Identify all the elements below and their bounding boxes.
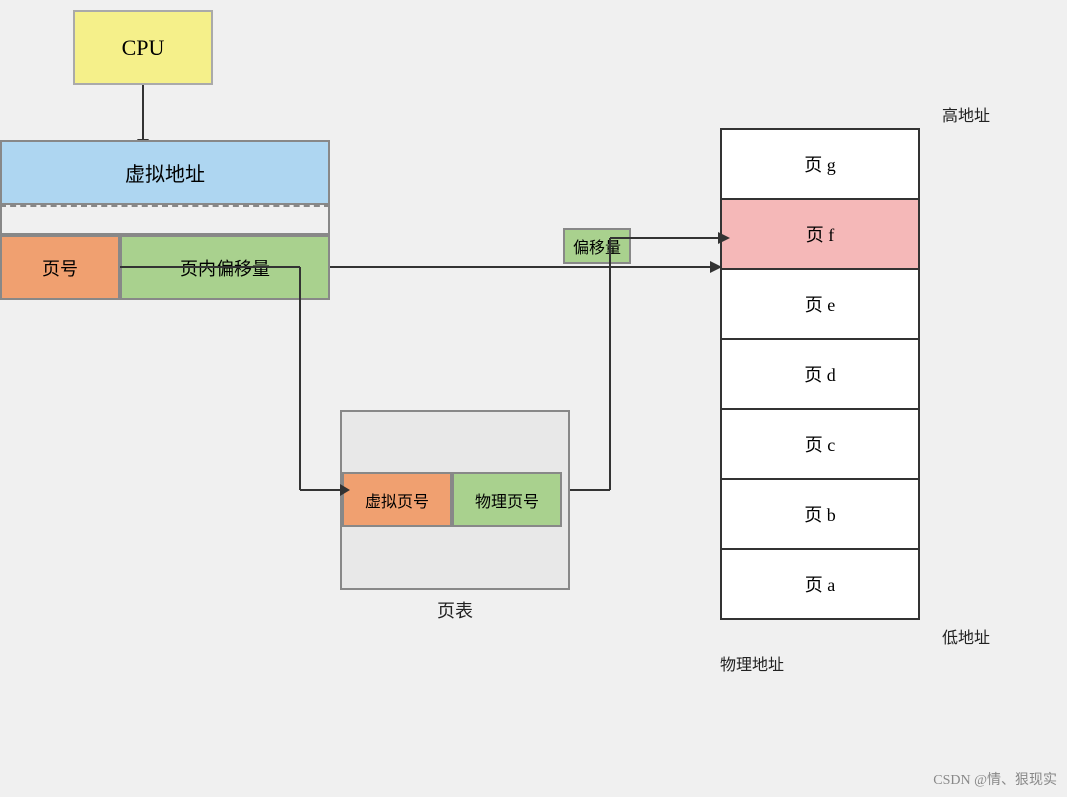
virtual-address-dashed <box>0 205 330 235</box>
arrow-cpu-down <box>142 85 144 140</box>
virtual-address-label: 虚拟地址 <box>125 158 205 187</box>
cpu-label: CPU <box>122 35 165 61</box>
watermark: CSDN @情、狠现实 <box>933 769 1057 789</box>
physical-memory-cells: 页 g页 f页 e页 d页 c页 b页 a <box>720 128 920 620</box>
offset-badge-label: 偏移量 <box>573 240 621 257</box>
diagram: CPU 虚拟地址 页号 页内偏移量 虚拟页号 物理页号 页表 偏移量 高地址 页… <box>0 0 1067 797</box>
page-table-container: 虚拟页号 物理页号 页表 <box>340 410 570 590</box>
page-number-box: 页号 <box>0 235 120 300</box>
cpu-box: CPU <box>73 10 213 85</box>
low-address-label: 低地址 <box>942 624 990 648</box>
page-table-row: 虚拟页号 物理页号 <box>342 472 568 527</box>
watermark-text: CSDN @情、狠现实 <box>933 773 1057 788</box>
page-number-label: 页号 <box>42 255 78 281</box>
page-table-virt: 虚拟页号 <box>342 472 452 527</box>
phys-mem-cell-4: 页 c <box>720 408 920 480</box>
page-offset-box: 页内偏移量 <box>120 235 330 300</box>
phys-mem-cell-0: 页 g <box>720 128 920 200</box>
phys-mem-cell-1: 页 f <box>720 198 920 270</box>
page-offset-label: 页内偏移量 <box>180 255 270 281</box>
page-table-phys: 物理页号 <box>452 472 562 527</box>
virtual-address-box: 虚拟地址 <box>0 140 330 205</box>
page-table-virt-label: 虚拟页号 <box>365 488 429 512</box>
page-table-phys-label: 物理页号 <box>475 488 539 512</box>
high-address-label: 高地址 <box>942 102 990 126</box>
physical-memory: 高地址 页 g页 f页 e页 d页 c页 b页 a 低地址 物理地址 <box>720 130 920 620</box>
physical-address-label: 物理地址 <box>720 651 784 675</box>
phys-mem-cell-3: 页 d <box>720 338 920 410</box>
page-table-label: 页表 <box>437 597 473 623</box>
phys-mem-cell-2: 页 e <box>720 268 920 340</box>
offset-badge: 偏移量 <box>563 228 631 264</box>
phys-mem-cell-5: 页 b <box>720 478 920 550</box>
phys-mem-cell-6: 页 a <box>720 548 920 620</box>
